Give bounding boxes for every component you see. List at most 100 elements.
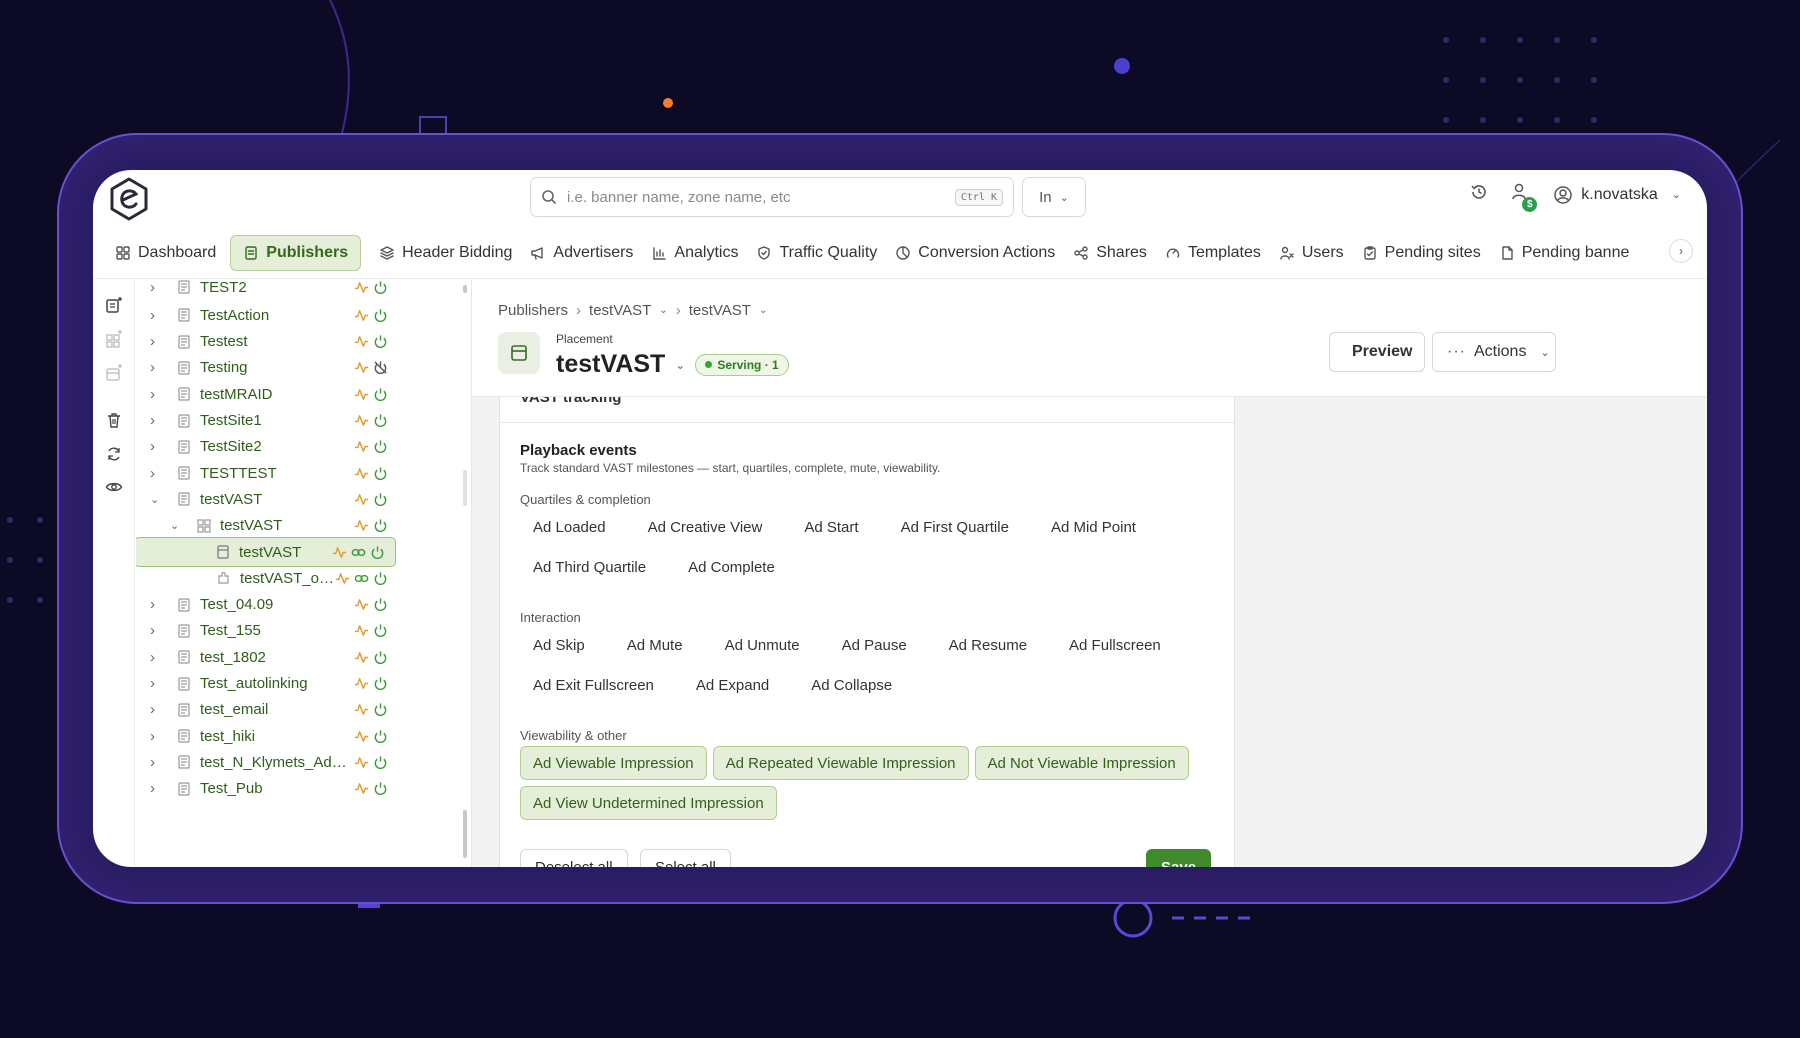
- event-chip-ad-creative-view[interactable]: Ad Creative View: [635, 510, 776, 544]
- history-icon[interactable]: [1469, 182, 1489, 207]
- power-icon[interactable]: [373, 492, 388, 507]
- chevron-down-icon[interactable]: ⌄: [150, 493, 164, 506]
- activity-icon[interactable]: [354, 597, 369, 612]
- user-billing-icon[interactable]: $: [1511, 182, 1538, 212]
- preview-button[interactable]: Preview: [1329, 332, 1425, 372]
- search-scope-select[interactable]: In ⌄: [1022, 177, 1086, 217]
- event-chip-ad-pause[interactable]: Ad Pause: [829, 628, 920, 662]
- deselect-all-button[interactable]: Deselect all: [520, 849, 628, 867]
- nav-templates[interactable]: Templates: [1161, 235, 1275, 271]
- event-chip-ad-third-quartile[interactable]: Ad Third Quartile: [520, 550, 659, 584]
- event-chip-ad-mute[interactable]: Ad Mute: [614, 628, 696, 662]
- chevron-down-icon[interactable]: ⌄: [170, 519, 184, 532]
- activity-icon[interactable]: [354, 360, 369, 375]
- event-chip-ad-mid-point[interactable]: Ad Mid Point: [1038, 510, 1149, 544]
- chevron-right-icon[interactable]: ›: [150, 438, 164, 455]
- trash-icon[interactable]: [103, 409, 125, 431]
- power-icon[interactable]: [373, 597, 388, 612]
- activity-icon[interactable]: [354, 280, 369, 295]
- breadcrumb-publishers[interactable]: Publishers: [498, 302, 568, 319]
- event-chip-ad-start[interactable]: Ad Start: [791, 510, 871, 544]
- add-site-icon[interactable]: [103, 294, 125, 316]
- activity-icon[interactable]: [354, 413, 369, 428]
- chevron-right-icon[interactable]: ›: [150, 728, 164, 745]
- activity-icon[interactable]: [335, 571, 350, 586]
- chevron-right-icon[interactable]: ›: [150, 412, 164, 429]
- power-icon[interactable]: [373, 623, 388, 638]
- nav-analytics[interactable]: Analytics: [647, 235, 752, 271]
- event-chip-ad-complete[interactable]: Ad Complete: [675, 550, 788, 584]
- nav-advertisers[interactable]: Advertisers: [526, 235, 647, 271]
- event-chip-ad-expand[interactable]: Ad Expand: [683, 668, 782, 702]
- power-icon[interactable]: [370, 545, 385, 560]
- activity-icon[interactable]: [354, 650, 369, 665]
- chevron-right-icon[interactable]: ›: [150, 280, 164, 296]
- breadcrumb-site[interactable]: testVAST: [589, 302, 651, 319]
- refresh-icon[interactable]: [103, 443, 125, 465]
- power-icon[interactable]: [373, 308, 388, 323]
- breadcrumb-zone[interactable]: testVAST: [689, 302, 751, 319]
- power-icon[interactable]: [373, 334, 388, 349]
- tree-item[interactable]: › TEST2: [136, 280, 398, 302]
- activity-icon[interactable]: [354, 518, 369, 533]
- chevron-right-icon[interactable]: ›: [150, 675, 164, 692]
- power-icon[interactable]: [373, 571, 388, 586]
- activity-icon[interactable]: [354, 466, 369, 481]
- activity-icon[interactable]: [354, 729, 369, 744]
- activity-icon[interactable]: [354, 676, 369, 691]
- power-icon[interactable]: [373, 387, 388, 402]
- event-chip-ad-view-undetermined-impression[interactable]: Ad View Undetermined Impression: [520, 786, 777, 820]
- chevron-right-icon[interactable]: ›: [150, 307, 164, 324]
- chevron-right-icon[interactable]: ›: [150, 701, 164, 718]
- save-button[interactable]: Save: [1146, 849, 1212, 867]
- power-icon[interactable]: [373, 280, 388, 295]
- tree-scrollbar-thumb[interactable]: [463, 810, 467, 858]
- actions-button[interactable]: ··· Actions ⌄: [1432, 332, 1556, 372]
- power-icon[interactable]: [373, 781, 388, 796]
- activity-icon[interactable]: [354, 492, 369, 507]
- event-chip-ad-collapse[interactable]: Ad Collapse: [798, 668, 905, 702]
- add-placement-icon[interactable]: [103, 362, 125, 384]
- event-chip-ad-viewable-impression[interactable]: Ad Viewable Impression: [520, 746, 707, 780]
- activity-icon[interactable]: [354, 308, 369, 323]
- event-chip-ad-repeated-viewable-impression[interactable]: Ad Repeated Viewable Impression: [712, 746, 969, 780]
- activity-icon[interactable]: [354, 702, 369, 717]
- event-chip-ad-fullscreen[interactable]: Ad Fullscreen: [1056, 628, 1174, 662]
- select-all-button[interactable]: Select all: [640, 849, 731, 867]
- user-menu[interactable]: k.novatska ⌄: [1553, 185, 1681, 205]
- power-icon[interactable]: [373, 650, 388, 665]
- event-chip-ad-unmute[interactable]: Ad Unmute: [712, 628, 813, 662]
- search-input[interactable]: i.e. banner name, zone name, etc: [567, 189, 955, 206]
- event-chip-ad-not-viewable-impression[interactable]: Ad Not Viewable Impression: [974, 746, 1189, 780]
- chevron-right-icon[interactable]: ›: [150, 649, 164, 666]
- activity-icon[interactable]: [354, 755, 369, 770]
- power-icon[interactable]: [373, 518, 388, 533]
- nav-users[interactable]: Users: [1275, 235, 1358, 271]
- nav-publishers[interactable]: Publishers: [230, 234, 362, 271]
- tree-item[interactable]: › Test_Pub: [136, 774, 398, 804]
- nav-pending-banne[interactable]: Pending banne: [1495, 235, 1644, 271]
- chevron-right-icon[interactable]: ›: [150, 754, 164, 771]
- activity-icon[interactable]: [354, 439, 369, 454]
- chevron-right-icon[interactable]: ›: [150, 596, 164, 613]
- logo-icon[interactable]: [107, 176, 151, 222]
- power-icon[interactable]: [373, 729, 388, 744]
- chevron-right-icon[interactable]: ›: [150, 359, 164, 376]
- nav-conversion-actions[interactable]: Conversion Actions: [891, 235, 1069, 271]
- power-icon[interactable]: [373, 413, 388, 428]
- chevron-right-icon[interactable]: ›: [150, 333, 164, 350]
- nav-scroll-right-button[interactable]: ›: [1669, 239, 1693, 263]
- chevron-right-icon[interactable]: ›: [150, 780, 164, 797]
- chevron-right-icon[interactable]: ›: [150, 386, 164, 403]
- global-search[interactable]: i.e. banner name, zone name, etc Ctrl K: [530, 177, 1014, 217]
- chevron-down-icon[interactable]: ⌄: [675, 358, 685, 372]
- link-icon[interactable]: [351, 545, 366, 560]
- nav-traffic-quality[interactable]: Traffic Quality: [752, 235, 891, 271]
- add-zone-icon[interactable]: [103, 328, 125, 350]
- event-chip-ad-loaded[interactable]: Ad Loaded: [520, 510, 619, 544]
- activity-icon[interactable]: [354, 334, 369, 349]
- power-icon[interactable]: [373, 702, 388, 717]
- event-chip-ad-first-quartile[interactable]: Ad First Quartile: [888, 510, 1022, 544]
- activity-icon[interactable]: [354, 623, 369, 638]
- nav-shares[interactable]: Shares: [1069, 235, 1161, 271]
